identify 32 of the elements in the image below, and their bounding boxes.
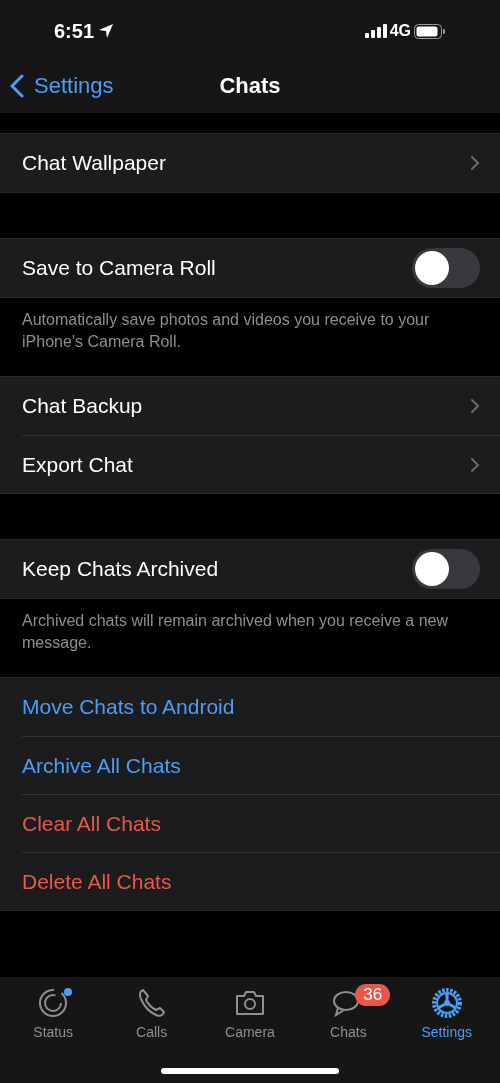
tab[interactable]: Calls — [106, 987, 197, 1043]
network-label: 4G — [389, 21, 411, 41]
action-row[interactable]: Clear All Chats — [22, 794, 500, 852]
chevron-icon — [470, 398, 480, 414]
setting-label: Keep Chats Archived — [22, 556, 219, 583]
section-footer: Archived chats will remain archived when you receive a new message. — [0, 599, 500, 677]
gear-icon — [430, 987, 463, 1019]
tab[interactable]: Status — [8, 987, 99, 1043]
menu-row[interactable]: Export Chat — [22, 435, 500, 493]
signal-icon — [364, 24, 387, 38]
screen-title: Chats — [219, 72, 281, 100]
status-ring-icon — [37, 987, 70, 1019]
action-row[interactable]: Archive All Chats — [22, 736, 500, 794]
tab[interactable]: Camera — [204, 987, 295, 1043]
battery-icon — [414, 23, 446, 39]
toggle-switch[interactable] — [412, 549, 480, 589]
location-icon — [98, 23, 115, 39]
unread-badge: 36 — [355, 984, 391, 1006]
action-row[interactable]: Move Chats to Android — [0, 678, 500, 736]
tab[interactable]: Settings — [401, 987, 492, 1043]
toggle-switch[interactable] — [412, 248, 480, 288]
back-chevron-icon — [10, 73, 24, 98]
section-footer: Automatically save photos and videos you receive to your iPhone’s Camera Roll. — [0, 298, 500, 376]
clock: 6:51 — [54, 19, 95, 44]
setting-label: Save to Camera Roll — [22, 255, 216, 282]
tab[interactable]: Chats 36 — [303, 987, 394, 1043]
menu-row[interactable]: Chat Wallpaper — [0, 134, 500, 192]
action-row[interactable]: Delete All Chats — [22, 852, 500, 910]
chevron-icon — [470, 155, 480, 171]
chevron-icon — [470, 456, 480, 473]
back-button[interactable]: Settings — [10, 69, 114, 102]
menu-row[interactable]: Chat Backup — [0, 377, 500, 435]
